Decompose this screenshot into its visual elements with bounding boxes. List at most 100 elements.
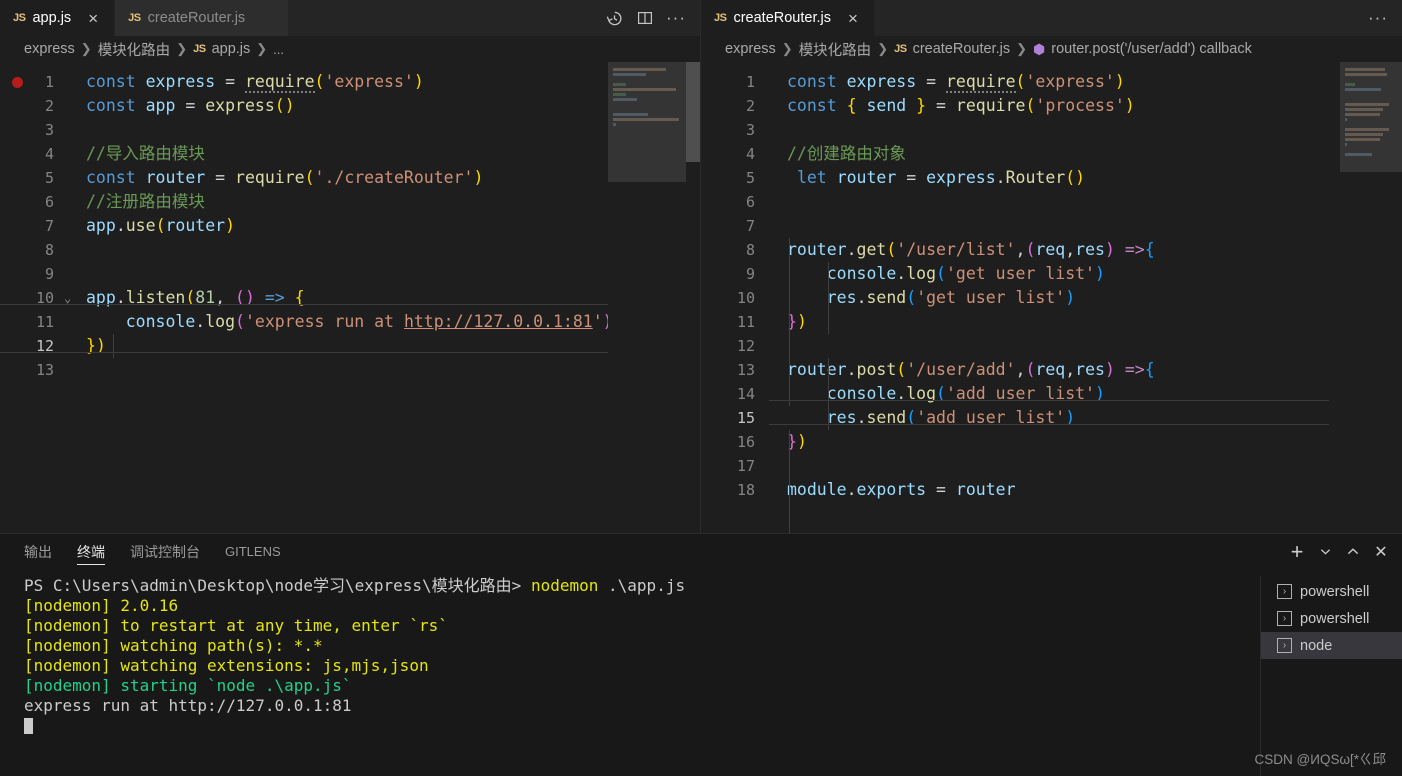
code-line[interactable]: 7 bbox=[701, 214, 1402, 238]
code-line[interactable]: 4 //导入路由模块 bbox=[0, 142, 700, 166]
code-token: module bbox=[787, 480, 847, 499]
code-token: 'express run at bbox=[244, 312, 404, 331]
code-token: res bbox=[1075, 240, 1105, 259]
minimap-slider[interactable] bbox=[1340, 62, 1402, 172]
code-line[interactable]: 5 let router = express.Router() bbox=[701, 166, 1402, 190]
code-line[interactable]: 16}) bbox=[701, 430, 1402, 454]
line-number: 10 bbox=[736, 289, 755, 307]
chevron-right-icon: ❯ bbox=[176, 41, 188, 56]
code-line[interactable]: 9 bbox=[0, 262, 700, 286]
code-line[interactable]: 13 router.post('/user/add',(req,res) =>{ bbox=[701, 358, 1402, 382]
code-line[interactable]: 11}) bbox=[701, 310, 1402, 334]
terminal-text: [nodemon] 2.0.16 bbox=[24, 596, 179, 615]
code-line[interactable]: 4 //创建路由对象 bbox=[701, 142, 1402, 166]
tab-app-js[interactable]: JS app.js × bbox=[0, 0, 116, 36]
terminal-list-item[interactable]: › powershell bbox=[1261, 605, 1402, 632]
code-line[interactable]: 7 app.use(router) bbox=[0, 214, 700, 238]
code-line[interactable]: 3 bbox=[0, 118, 700, 142]
code-token: ( bbox=[936, 264, 946, 283]
code-token: require bbox=[244, 72, 315, 93]
code-token: ( bbox=[1025, 240, 1036, 259]
code-line[interactable]: 18 module.exports = router bbox=[701, 478, 1402, 502]
code-line[interactable]: 6 bbox=[701, 190, 1402, 214]
code-line[interactable]: 11 console.log('express run at http://12… bbox=[0, 310, 700, 334]
code-token: express bbox=[145, 72, 216, 91]
breadcrumb-item-express[interactable]: express bbox=[725, 41, 776, 57]
line-number: 8 bbox=[44, 241, 54, 259]
code-line[interactable]: 2 const { send } = require('process') bbox=[701, 94, 1402, 118]
code-token: . bbox=[195, 312, 206, 331]
timeline-history-icon[interactable] bbox=[600, 4, 628, 32]
code-text: }) bbox=[86, 334, 106, 358]
breadcrumb-item-file[interactable]: createRouter.js bbox=[913, 41, 1011, 57]
code-token: ) bbox=[1124, 96, 1135, 115]
current-line-border-top bbox=[0, 304, 622, 305]
panel-tab-terminal[interactable]: 终端 bbox=[77, 534, 105, 569]
code-line[interactable]: 14 console.log('add user list') bbox=[701, 382, 1402, 406]
line-number: 14 bbox=[736, 385, 755, 403]
breadcrumb-item-folder[interactable]: 模块化路由 bbox=[799, 39, 872, 60]
close-icon[interactable]: × bbox=[84, 10, 102, 27]
code-line[interactable]: 1 const express = require('express') bbox=[701, 70, 1402, 94]
more-actions-icon[interactable]: ··· bbox=[662, 4, 690, 32]
code-line[interactable]: 1 const express = require('express') bbox=[0, 70, 700, 94]
breadcrumb-item-overflow[interactable]: ... bbox=[273, 42, 284, 57]
panel-tab-gitlens[interactable]: GITLENS bbox=[225, 534, 281, 569]
code-lines-right: 1 const express = require('express') 2 cons… bbox=[701, 70, 1402, 502]
code-token: require bbox=[235, 168, 305, 187]
code-line[interactable]: 10 res.send('get user list') bbox=[701, 286, 1402, 310]
fold-chevron-icon[interactable]: ⌄ bbox=[64, 286, 78, 310]
code-line[interactable]: 8 router.get('/user/list',(req,res) =>{ bbox=[701, 238, 1402, 262]
tab-createrouter-js[interactable]: JS createRouter.js × bbox=[115, 0, 290, 36]
panel-tab-output[interactable]: 输出 bbox=[24, 534, 52, 569]
code-line[interactable]: 15 res.send('add user list') bbox=[701, 406, 1402, 430]
code-line[interactable]: 8 bbox=[0, 238, 700, 262]
code-line[interactable]: 12 bbox=[701, 334, 1402, 358]
split-editor-icon[interactable] bbox=[631, 4, 659, 32]
code-line[interactable]: 10 ⌄ app.listen(81, () => { bbox=[0, 286, 700, 310]
close-icon[interactable]: × bbox=[844, 10, 862, 27]
code-line[interactable]: 12}) bbox=[0, 334, 700, 358]
terminal-list-item[interactable]: › node bbox=[1261, 632, 1402, 659]
breadcrumb-item-express[interactable]: express bbox=[24, 41, 75, 57]
code-token: { bbox=[1144, 360, 1155, 379]
code-token: express bbox=[205, 96, 275, 115]
tab-createrouter-js-right[interactable]: JS createRouter.js × bbox=[701, 0, 875, 36]
code-line[interactable]: 6 //注册路由模块 bbox=[0, 190, 700, 214]
code-line[interactable]: 3 bbox=[701, 118, 1402, 142]
code-line[interactable]: 5 const router = require('./createRouter'… bbox=[0, 166, 700, 190]
line-number: 11 bbox=[736, 313, 755, 331]
code-token: const bbox=[787, 96, 837, 115]
more-actions-icon[interactable]: ··· bbox=[1364, 4, 1392, 32]
minimap-slider[interactable] bbox=[608, 62, 686, 182]
code-token: ( bbox=[274, 96, 285, 115]
code-token: . bbox=[115, 216, 126, 235]
close-panel-icon[interactable]: ✕ bbox=[1368, 539, 1394, 565]
code-token: 'get user list' bbox=[945, 264, 1095, 283]
breadcrumb-item-file[interactable]: app.js bbox=[212, 41, 251, 57]
breadcrumb-item-folder[interactable]: 模块化路由 bbox=[98, 39, 171, 60]
code-text: const { send } = require('process') bbox=[787, 94, 1135, 118]
code-line[interactable]: 9 console.log('get user list') bbox=[701, 262, 1402, 286]
close-icon[interactable]: × bbox=[258, 10, 276, 27]
code-line[interactable]: 13 bbox=[0, 358, 700, 382]
terminal-list-item[interactable]: › powershell bbox=[1261, 578, 1402, 605]
new-terminal-icon[interactable]: + bbox=[1284, 539, 1310, 565]
chevron-down-icon[interactable] bbox=[1312, 539, 1338, 565]
maximize-panel-icon[interactable] bbox=[1340, 539, 1366, 565]
scrollbar-thumb[interactable] bbox=[686, 62, 700, 162]
code-token: , bbox=[1065, 240, 1076, 259]
code-line[interactable]: 17 bbox=[701, 454, 1402, 478]
terminal-output[interactable]: PS C:\Users\admin\Desktop\node学习\express… bbox=[24, 576, 1242, 776]
code-token: 'get user list' bbox=[916, 288, 1066, 307]
code-line[interactable]: 2 const app = express() bbox=[0, 94, 700, 118]
code-token: ( bbox=[1065, 168, 1076, 187]
current-line-border-bottom bbox=[769, 424, 1329, 425]
breadcrumb-item-symbol[interactable]: router.post('/user/add') callback bbox=[1051, 41, 1252, 57]
panel-tab-debug-console[interactable]: 调试控制台 bbox=[130, 534, 200, 569]
code-token: app bbox=[86, 216, 116, 235]
code-token: = bbox=[916, 72, 946, 91]
code-token: const bbox=[86, 72, 136, 91]
